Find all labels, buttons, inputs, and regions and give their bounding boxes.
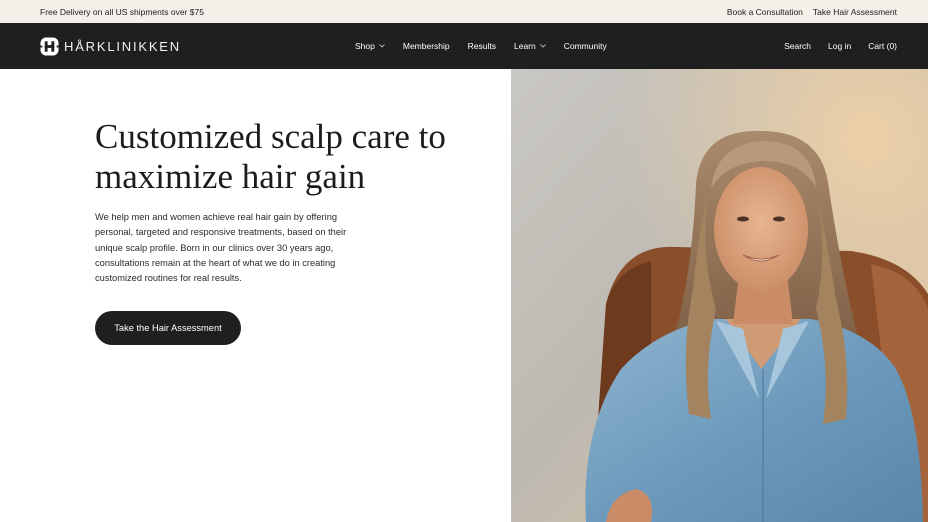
hero-image [511, 69, 928, 522]
nav-item-membership-label: Membership [402, 41, 450, 51]
header-actions: Search Log in Cart (0) [784, 41, 897, 51]
nav-item-shop[interactable]: Shop [355, 41, 385, 51]
chevron-down-icon [539, 44, 546, 48]
primary-nav: Shop Membership Results Learn Community [355, 23, 607, 69]
hero-title: Customized scalp care to maximize hair g… [95, 117, 446, 196]
nav-item-community[interactable]: Community [564, 41, 607, 51]
hero-content: Customized scalp care to maximize hair g… [0, 69, 511, 522]
announcement-bar: Free Delivery on all US shipments over $… [0, 0, 928, 23]
nav-item-membership[interactable]: Membership [403, 41, 450, 51]
nav-item-results[interactable]: Results [468, 41, 496, 51]
chevron-down-icon [379, 44, 385, 48]
cart-link[interactable]: Cart (0) [868, 41, 897, 51]
nav-item-learn-label: Learn [513, 41, 536, 51]
nav-item-community-label: Community [563, 41, 607, 51]
take-hair-assessment-link[interactable]: Take Hair Assessment [813, 7, 897, 17]
book-consultation-link[interactable]: Book a Consultation [727, 7, 803, 17]
search-link[interactable]: Search [784, 41, 811, 51]
hero-description: We help men and women achieve real hair … [95, 212, 347, 284]
nav-item-shop-label: Shop [355, 41, 375, 51]
brand-wordmark: HÅRKLINIKKEN [64, 38, 181, 54]
announcement-text: Free Delivery on all US shipments over $… [40, 6, 204, 17]
take-hair-assessment-button[interactable]: Take the Hair Assessment [95, 311, 241, 345]
brand-logo[interactable]: HÅRKLINIKKEN [40, 36, 181, 56]
main-navigation: HÅRKLINIKKEN Shop Membership Results Lea… [0, 23, 928, 69]
hero-section: Customized scalp care to maximize hair g… [0, 69, 928, 522]
announcement-links: Book a Consultation Take Hair Assessment [727, 7, 897, 17]
nav-item-results-label: Results [467, 41, 496, 51]
hero-portrait-image [511, 69, 928, 522]
login-link[interactable]: Log in [828, 41, 851, 51]
brand-logo-icon [40, 36, 59, 56]
nav-item-learn[interactable]: Learn [514, 41, 546, 51]
